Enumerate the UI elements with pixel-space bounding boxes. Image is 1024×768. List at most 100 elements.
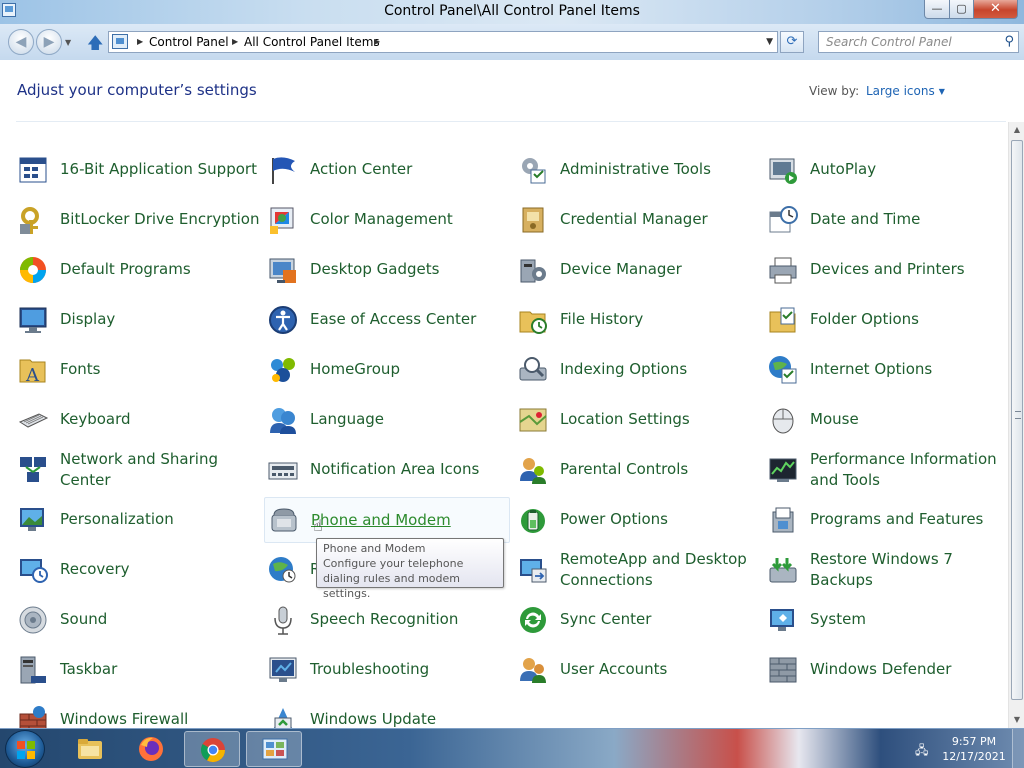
cp-item-label: User Accounts xyxy=(560,660,668,678)
cp-item-label: Action Center xyxy=(310,160,413,178)
address-dropdown-icon[interactable]: ▼ xyxy=(766,32,773,52)
cp-item-speech-recognition[interactable]: Speech Recognition xyxy=(264,597,510,643)
cp-item-troubleshooting[interactable]: Troubleshooting xyxy=(264,647,510,693)
performance-icon xyxy=(769,458,797,482)
cp-item-16-bit-application-support[interactable]: 16-Bit Application Support xyxy=(14,147,260,193)
breadcrumb-chevron-icon[interactable]: ▶ xyxy=(232,32,238,52)
cp-item-network-and-sharing-center[interactable]: Network and Sharing Center xyxy=(14,447,260,493)
cp-item-notification-area-icons[interactable]: Notification Area Icons xyxy=(264,447,510,493)
cp-item-power-options[interactable]: Power Options xyxy=(514,497,760,543)
cp-item-label: AutoPlay xyxy=(810,160,877,178)
parental-controls-icon xyxy=(520,458,546,484)
breadcrumb-all-items[interactable]: All Control Panel Items xyxy=(244,32,380,52)
cp-item-label: 16-Bit Application Support xyxy=(60,160,257,178)
cp-item-bitlocker-drive-encryption[interactable]: BitLocker Drive Encryption xyxy=(14,197,260,243)
recent-pages-dropdown-icon[interactable]: ▼ xyxy=(65,38,71,47)
cp-item-keyboard[interactable]: Keyboard xyxy=(14,397,260,443)
title-bar[interactable]: Control Panel\All Control Panel Items — … xyxy=(0,0,1024,24)
cp-item-folder-options[interactable]: Folder Options xyxy=(764,297,1010,343)
grip-icon xyxy=(1015,411,1021,419)
maximize-button[interactable]: ▢ xyxy=(949,0,974,19)
cp-item-label: Sync Center xyxy=(560,610,652,628)
cp-item-label: Recovery xyxy=(60,560,130,578)
cp-item-device-manager[interactable]: Device Manager xyxy=(514,247,760,293)
clock[interactable]: 9:57 PM 12/17/2021 xyxy=(938,734,1010,764)
cp-item-action-center[interactable]: Action Center xyxy=(264,147,510,193)
navigation-bar: ◀ ▶ ▼ 🡅 ▶ Control Panel ▶ All Control Pa… xyxy=(0,24,1024,60)
cp-item-display[interactable]: Display xyxy=(14,297,260,343)
breadcrumb-chevron-icon[interactable]: ▶ xyxy=(374,32,380,52)
cp-item-internet-options[interactable]: Internet Options xyxy=(764,347,1010,393)
cp-item-credential-manager[interactable]: Credential Manager xyxy=(514,197,760,243)
scroll-down-icon[interactable]: ▼ xyxy=(1009,712,1024,728)
taskbar-file-explorer[interactable] xyxy=(62,731,118,767)
cp-item-language[interactable]: Language xyxy=(264,397,510,443)
cp-item-phone-and-modem[interactable]: Phone and Modem xyxy=(264,497,510,543)
scroll-up-icon[interactable]: ▲ xyxy=(1009,122,1024,138)
cp-item-label: Power Options xyxy=(560,510,668,528)
windows-update-icon xyxy=(273,708,293,728)
taskbar-chrome[interactable] xyxy=(184,731,240,767)
breadcrumb-chevron-icon[interactable]: ▶ xyxy=(137,32,143,52)
cp-item-indexing-options[interactable]: Indexing Options xyxy=(514,347,760,393)
cp-item-windows-update[interactable]: Windows Update xyxy=(264,697,510,728)
cp-item-sync-center[interactable]: Sync Center xyxy=(514,597,760,643)
cp-item-recovery[interactable]: Recovery xyxy=(14,547,260,593)
taskbar-control-panel[interactable] xyxy=(246,731,302,767)
folder-options-icon xyxy=(769,307,796,333)
back-button[interactable]: ◀ xyxy=(8,29,34,55)
restore-icon xyxy=(769,558,797,583)
cp-item-date-and-time[interactable]: Date and Time xyxy=(764,197,1010,243)
cp-item-sound[interactable]: Sound xyxy=(14,597,260,643)
address-bar[interactable]: ▶ Control Panel ▶ All Control Panel Item… xyxy=(108,31,778,53)
cp-item-location-settings[interactable]: Location Settings xyxy=(514,397,760,443)
cp-item-ease-of-access-center[interactable]: Ease of Access Center xyxy=(264,297,510,343)
cp-item-fonts[interactable]: A Fonts xyxy=(14,347,260,393)
vertical-scrollbar[interactable]: ▲ ▼ xyxy=(1008,122,1024,728)
personalization-icon xyxy=(20,508,44,531)
taskbar-firefox[interactable] xyxy=(123,731,179,767)
cp-item-color-management[interactable]: Color Management xyxy=(264,197,510,243)
search-icon[interactable]: ⚲ xyxy=(1004,32,1014,52)
network-tray-icon[interactable]: 🖧 xyxy=(915,741,931,757)
cp-item-default-programs[interactable]: Default Programs xyxy=(14,247,260,293)
cp-item-label: Phone and Modem xyxy=(311,511,451,529)
cp-item-desktop-gadgets[interactable]: Desktop Gadgets xyxy=(264,247,510,293)
cp-item-personalization[interactable]: Personalization xyxy=(14,497,260,543)
cp-item-mouse[interactable]: Mouse xyxy=(764,397,1010,443)
cp-item-label: Programs and Features xyxy=(810,510,984,528)
cp-item-restore-windows-7-backups[interactable]: Restore Windows 7 Backups xyxy=(764,547,1010,593)
search-input[interactable]: Search Control Panel ⚲ xyxy=(818,31,1019,53)
cp-item-windows-defender[interactable]: Windows Defender xyxy=(764,647,1010,693)
cp-item-taskbar[interactable]: Taskbar xyxy=(14,647,260,693)
scroll-thumb[interactable] xyxy=(1011,140,1023,700)
credential-icon xyxy=(522,207,544,233)
breadcrumb-control-panel[interactable]: Control Panel xyxy=(149,32,229,52)
cp-item-administrative-tools[interactable]: Administrative Tools xyxy=(514,147,760,193)
control-panel-icon xyxy=(262,738,288,760)
programs-icon xyxy=(772,507,794,533)
cp-item-parental-controls[interactable]: Parental Controls xyxy=(514,447,760,493)
cp-item-devices-and-printers[interactable]: Devices and Printers xyxy=(764,247,1010,293)
cp-item-file-history[interactable]: File History xyxy=(514,297,760,343)
cp-item-label: HomeGroup xyxy=(310,360,400,378)
search-placeholder: Search Control Panel xyxy=(826,35,952,49)
refresh-button[interactable]: ⟳ xyxy=(780,31,804,53)
cp-item-homegroup[interactable]: HomeGroup xyxy=(264,347,510,393)
close-button[interactable]: ✕ xyxy=(973,0,1018,19)
forward-button[interactable]: ▶ xyxy=(36,29,62,55)
cp-item-windows-firewall[interactable]: Windows Firewall xyxy=(14,697,260,728)
clock-date: 12/17/2021 xyxy=(942,750,1006,763)
cp-item-user-accounts[interactable]: User Accounts xyxy=(514,647,760,693)
start-button[interactable] xyxy=(5,730,45,768)
show-desktop-button[interactable] xyxy=(1012,729,1024,768)
minimize-button[interactable]: — xyxy=(924,0,950,19)
cp-item-performance-information-and-tools[interactable]: Performance Information and Tools xyxy=(764,447,1010,493)
cp-item-programs-and-features[interactable]: Programs and Features xyxy=(764,497,1010,543)
cp-item-system[interactable]: System xyxy=(764,597,1010,643)
cp-item-remoteapp-and-desktop-connections[interactable]: RemoteApp and Desktop Connections xyxy=(514,547,760,593)
cp-item-autoplay[interactable]: AutoPlay xyxy=(764,147,1010,193)
up-arrow-icon[interactable]: 🡅 xyxy=(87,32,103,59)
taskbar-icon xyxy=(20,656,46,684)
microphone-icon xyxy=(274,606,292,635)
